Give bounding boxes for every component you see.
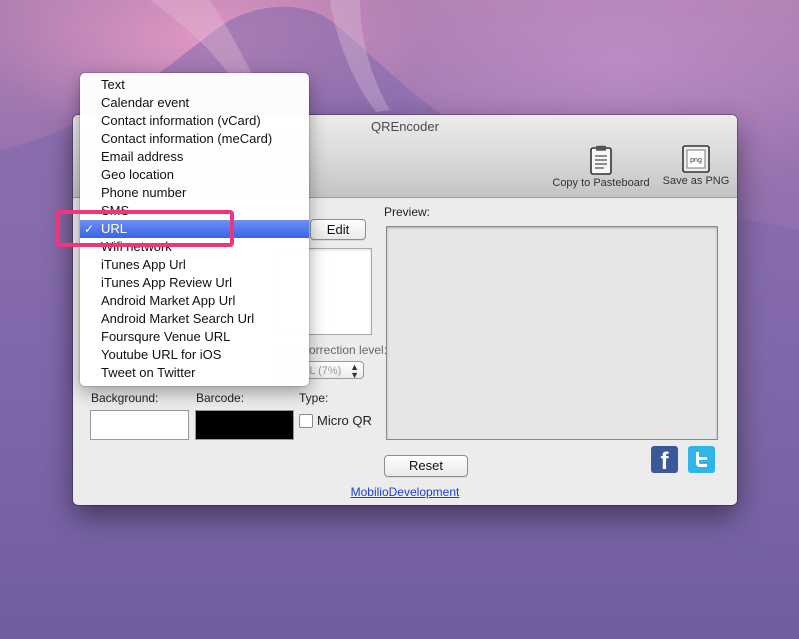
type-label: Type: [299, 391, 329, 405]
png-file-icon: png [682, 145, 710, 173]
menu-item-geo-location[interactable]: Geo location [80, 166, 309, 184]
menu-item-label: Android Market Search Url [101, 311, 255, 326]
qr-preview-area [386, 226, 718, 440]
micro-qr-checkbox[interactable] [299, 414, 313, 428]
menu-item-itunes-app-url[interactable]: iTunes App Url [80, 256, 309, 274]
menu-item-label: Text [101, 77, 125, 92]
menu-item-label: Geo location [101, 167, 174, 182]
background-label: Background: [91, 391, 159, 405]
menu-item-label: Android Market App Url [101, 293, 236, 308]
menu-item-itunes-app-review-url[interactable]: iTunes App Review Url [80, 274, 309, 292]
reset-button[interactable]: Reset [384, 455, 468, 477]
menu-item-label: Contact information (meCard) [101, 131, 273, 146]
menu-item-label: Foursqure Venue URL [101, 329, 231, 344]
twitter-icon [696, 452, 707, 467]
facebook-button[interactable]: f [651, 446, 678, 475]
edit-button[interactable]: Edit [310, 219, 366, 240]
mobilio-development-link[interactable]: MobilioDevelopment [73, 485, 737, 499]
menu-item-email-address[interactable]: Email address [80, 148, 309, 166]
save-as-png-button[interactable]: png Save as PNG [661, 145, 731, 187]
menu-item-label: Email address [101, 149, 184, 164]
facebook-glyph: f [661, 448, 670, 473]
menu-item-tweet-on-twitter[interactable]: Tweet on Twitter [80, 364, 309, 382]
menu-item-label: Contact information (vCard) [101, 113, 261, 128]
copy-to-pasteboard-button[interactable]: Copy to Pasteboard [549, 145, 653, 189]
menu-item-phone-number[interactable]: Phone number [80, 184, 309, 202]
micro-qr-label: Micro QR [317, 413, 372, 428]
menu-item-calendar-event[interactable]: Calendar event [80, 94, 309, 112]
menu-item-label: Youtube URL for iOS [101, 347, 222, 362]
facebook-icon: f [661, 448, 670, 475]
menu-item-android-market-app-url[interactable]: Android Market App Url [80, 292, 309, 310]
menu-item-foursqure-venue-url[interactable]: Foursqure Venue URL [80, 328, 309, 346]
copy-to-pasteboard-label: Copy to Pasteboard [552, 177, 650, 189]
barcode-color-well[interactable] [195, 410, 294, 440]
png-icon-text: png [690, 157, 702, 164]
barcode-label: Barcode: [196, 391, 245, 405]
menu-item-label: Calendar event [101, 95, 190, 110]
menu-item-android-market-search-url[interactable]: Android Market Search Url [80, 310, 309, 328]
menu-item-label: Tweet on Twitter [101, 365, 196, 380]
menu-item-text[interactable]: Text [80, 76, 309, 94]
url-highlight-annotation [56, 210, 234, 247]
background-color-well[interactable] [90, 410, 189, 440]
stepper-arrows-icon: ▲ ▼ [350, 362, 359, 380]
menu-item-label: iTunes App Url [101, 257, 186, 272]
menu-item-label: Phone number [101, 185, 187, 200]
menu-item-contact-information-vcard[interactable]: Contact information (vCard) [80, 112, 309, 130]
twitter-button[interactable] [688, 446, 715, 473]
preview-label: Preview: [384, 205, 431, 219]
menu-item-youtube-url-for-ios[interactable]: Youtube URL for iOS [80, 346, 309, 364]
save-as-png-label: Save as PNG [662, 175, 730, 187]
menu-item-label: iTunes App Review Url [101, 275, 233, 290]
menu-item-contact-information-mecard[interactable]: Contact information (meCard) [80, 130, 309, 148]
clipboard-icon [590, 145, 612, 175]
